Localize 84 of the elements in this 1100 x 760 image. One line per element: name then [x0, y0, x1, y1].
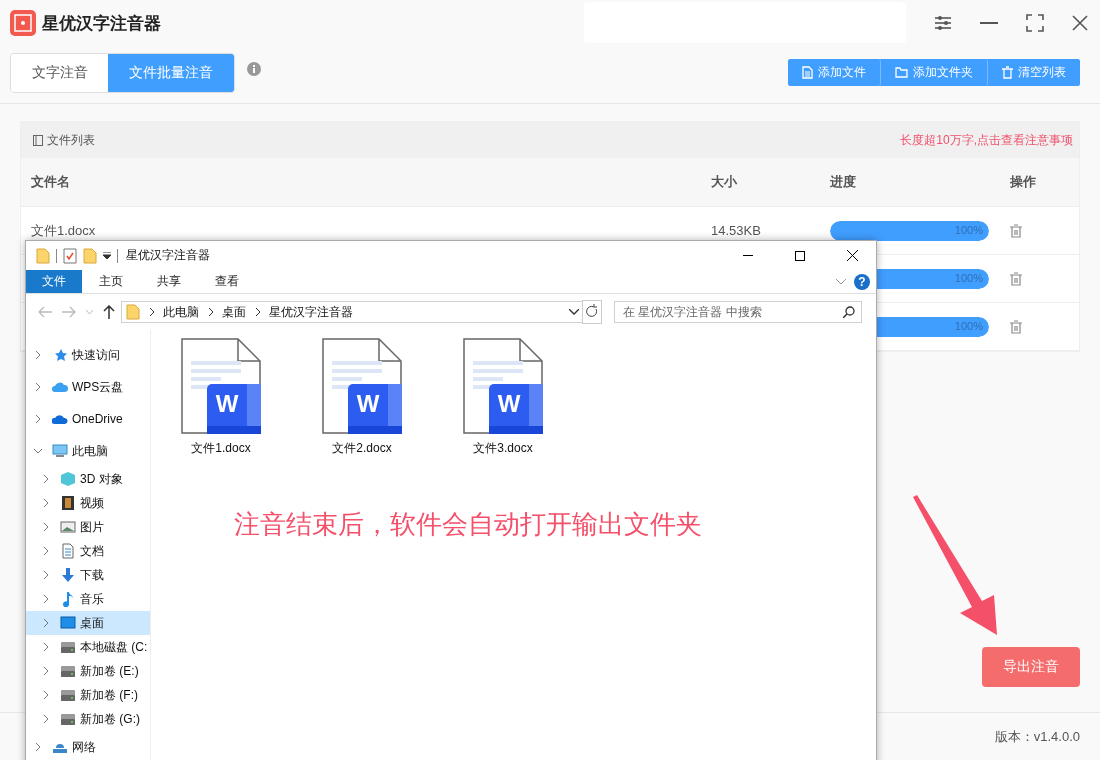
breadcrumb[interactable]: 星优汉字注音器 [269, 303, 353, 321]
fullscreen-icon[interactable] [1026, 14, 1044, 32]
address-bar[interactable]: 此电脑 桌面 星优汉字注音器 [121, 301, 584, 323]
refresh-icon[interactable] [582, 300, 602, 324]
doc-icon [60, 543, 76, 559]
app-title: 星优汉字注音器 [42, 12, 161, 35]
window-title: 星优汉字注音器 [126, 247, 210, 264]
nav-item[interactable]: 此电脑 [26, 435, 150, 467]
cube-icon [60, 471, 76, 487]
properties-icon[interactable] [63, 247, 77, 264]
column-header: 操作 [1010, 173, 1037, 191]
chevron-down-icon[interactable] [569, 309, 579, 315]
file-name[interactable]: 文件3.docx [473, 440, 533, 457]
nav-item[interactable]: 新加卷 (F:) [26, 683, 150, 707]
app-logo-icon [10, 10, 36, 36]
nav-item[interactable]: 网络 [26, 731, 150, 760]
close-icon[interactable] [1072, 15, 1088, 31]
file-name[interactable]: 文件2.docx [332, 440, 392, 457]
dropdown-icon[interactable] [103, 252, 111, 259]
help-icon[interactable]: ? [854, 273, 870, 290]
nav-item[interactable]: 新加卷 (E:) [26, 659, 150, 683]
word-document-icon[interactable]: W [322, 338, 402, 434]
search-icon[interactable] [843, 306, 855, 318]
progress-reading: 100% [954, 223, 983, 236]
delete-icon[interactable] [1010, 271, 1022, 286]
film-icon [60, 495, 76, 511]
nav-item[interactable]: 3D 对象 [26, 467, 150, 491]
up-icon[interactable] [103, 305, 115, 319]
file-name-cell: 文件1.docx [31, 222, 96, 238]
chevron-right-icon[interactable] [150, 308, 155, 316]
annotation-text: 注音结束后，软件会自动打开输出文件夹 [234, 508, 703, 541]
ribbon-tab[interactable]: 查看 [198, 270, 256, 293]
star-icon [52, 348, 68, 362]
column-header: 进度 [830, 173, 857, 191]
nav-item[interactable]: WPS云盘 [26, 371, 150, 403]
ribbon-tab[interactable]: 共享 [140, 270, 198, 293]
breadcrumb[interactable]: 桌面 [222, 303, 246, 321]
folder-icon [895, 67, 908, 78]
search-field[interactable]: 在 星优汉字注音器 中搜索 [614, 301, 862, 323]
document-icon [802, 66, 813, 79]
drive-icon [60, 687, 76, 703]
trash-icon [1002, 66, 1013, 79]
nav-item[interactable]: OneDrive [26, 403, 150, 435]
column-header: 文件名 [31, 173, 71, 191]
progress-reading: 100% [954, 319, 983, 332]
desktop-icon [60, 615, 76, 631]
drive-icon [60, 639, 76, 655]
chevron-right-icon[interactable] [209, 308, 214, 316]
settings-icon[interactable] [934, 15, 952, 31]
drive-icon [60, 663, 76, 679]
delete-icon[interactable] [1010, 223, 1022, 238]
close-icon[interactable] [847, 250, 858, 261]
info-icon[interactable] [247, 61, 261, 76]
word-document-icon[interactable]: W [181, 338, 261, 434]
download-icon [60, 567, 76, 583]
mode-tab[interactable]: 文字注音 [11, 53, 108, 92]
nav-item[interactable]: 视频 [26, 491, 150, 515]
nav-item[interactable]: 新加卷 (G:) [26, 707, 150, 731]
delete-icon[interactable] [1010, 319, 1022, 334]
pc-icon [52, 444, 68, 458]
nav-item[interactable]: 下载 [26, 563, 150, 587]
word-document-icon[interactable]: W [463, 338, 543, 434]
file-size-cell: 14.53KB [711, 223, 761, 238]
cloud-icon [52, 380, 68, 394]
file-name[interactable]: 文件1.docx [191, 440, 251, 457]
list-icon [33, 134, 43, 146]
drive-icon [60, 711, 76, 727]
nav-item[interactable]: 本地磁盘 (C: [26, 635, 150, 659]
folder-icon [126, 304, 140, 320]
nav-item[interactable]: 桌面 [26, 611, 150, 635]
ribbon-tab[interactable]: 主页 [82, 270, 140, 293]
chevron-right-icon[interactable] [256, 308, 261, 316]
breadcrumb[interactable]: 此电脑 [163, 303, 199, 321]
panel-title: 文件列表 [47, 131, 95, 149]
maximize-icon[interactable] [795, 250, 805, 261]
version-label: 版本：v1.4.0.0 [994, 727, 1080, 746]
image-icon [60, 519, 76, 535]
progress-reading: 100% [954, 271, 983, 284]
nav-item[interactable]: 文档 [26, 539, 150, 563]
ribbon-tab[interactable]: 文件 [26, 270, 82, 293]
column-header: 大小 [711, 173, 738, 191]
nav-item[interactable]: 快速访问 [26, 339, 150, 371]
nav-item[interactable]: 音乐 [26, 587, 150, 611]
nav-item[interactable]: 图片 [26, 515, 150, 539]
